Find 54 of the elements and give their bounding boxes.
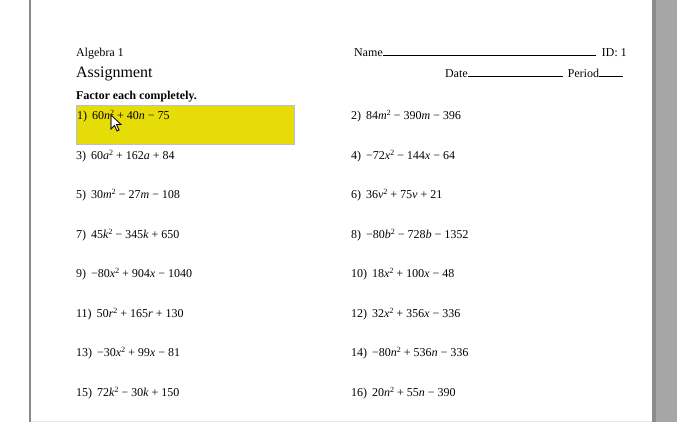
problem-number: 7) [76,226,86,240]
problem[interactable]: 15) 72k$^{2}$ − 30k + 150 [76,382,180,398]
problem-expression: 60a$^{2}$ + 162a + 84 [91,148,175,162]
problem-expression: −30x$^{2}$ + 99x − 81 [97,345,180,359]
problem-number: 13) [76,345,92,359]
problem[interactable]: 12) 32x$^{2}$ + 356x − 336 [351,302,460,320]
problem-number: 11) [76,306,92,320]
problem[interactable]: 14) −80n$^{2}$ + 536n − 336 [351,342,468,359]
id-label: ID: 1 [602,45,627,59]
problem-expression: 32x$^{2}$ + 356x − 336 [372,306,460,320]
problem-expression: 72k$^{2}$ − 30k + 150 [97,384,180,398]
course-name: Algebra 1 [76,45,125,59]
problem[interactable]: 4) −72x$^{2}$ − 144x − 64 [351,144,455,162]
problem[interactable]: 6) 36v$^{2}$ + 75v + 21 [351,184,442,201]
cursor-icon [110,114,122,132]
problem[interactable]: 3) 60a$^{2}$ + 162a + 84 [76,144,175,162]
problem[interactable]: 9) −80x$^{2}$ + 904x − 1040 [76,263,192,280]
problem[interactable]: 8) −80b$^{2}$ − 728b − 1352 [351,224,468,240]
problem-number: 12) [351,306,367,320]
problem-expression: 30m$^{2}$ − 27m − 108 [91,187,180,201]
problem-number: 1) [77,108,87,122]
problem[interactable]: 13) −30x$^{2}$ + 99x − 81 [76,342,180,359]
problem-number: 9) [76,266,86,280]
problem-number: 16) [351,384,367,398]
problem-expression: −80n$^{2}$ + 536n − 336 [372,345,468,359]
problem-number: 8) [351,226,361,240]
date-label: Date [445,65,468,82]
problem[interactable]: 16) 20n$^{2}$ + 55n − 390 [351,382,456,398]
problem-expression: 50r$^{2}$ + 165r + 130 [96,306,184,320]
problem[interactable]: 10) 18x$^{2}$ + 100x − 48 [351,263,454,280]
problem-number: 4) [351,148,361,162]
problem-number: 3) [76,148,86,162]
problem-number: 2) [351,108,361,122]
problem-number: 6) [351,187,361,201]
problem-number: 14) [351,345,367,359]
period-label: Period [568,65,599,82]
problem[interactable]: 7) 45k$^{2}$ − 345k + 650 [76,224,180,240]
problem[interactable]: 11) 50r$^{2}$ + 165r + 130 [76,302,184,320]
problem-expression: −80b$^{2}$ − 728b − 1352 [366,226,468,240]
problem-number: 15) [76,384,92,398]
problem-number: 10) [351,266,367,280]
problem-expression: 45k$^{2}$ − 345k + 650 [91,226,180,240]
problem[interactable]: 2) 84m$^{2}$ − 390m − 396 [351,105,461,122]
problem-expression: 18x$^{2}$ + 100x − 48 [372,266,454,280]
problem-expression: 36v$^{2}$ + 75v + 21 [366,187,442,201]
problem-expression: −72x$^{2}$ − 144x − 64 [366,148,455,162]
problem[interactable]: 5) 30m$^{2}$ − 27m − 108 [76,184,180,201]
problem-number: 5) [76,187,86,201]
name-label: Name [354,45,383,59]
worksheet-title: Assignment [76,64,154,82]
problem-expression: 84m$^{2}$ − 390m − 396 [366,108,461,122]
instructions: Factor each completely. [76,88,197,102]
problem-expression: 20n$^{2}$ + 55n − 390 [372,384,456,398]
problem-expression: −80x$^{2}$ + 904x − 1040 [91,266,192,280]
